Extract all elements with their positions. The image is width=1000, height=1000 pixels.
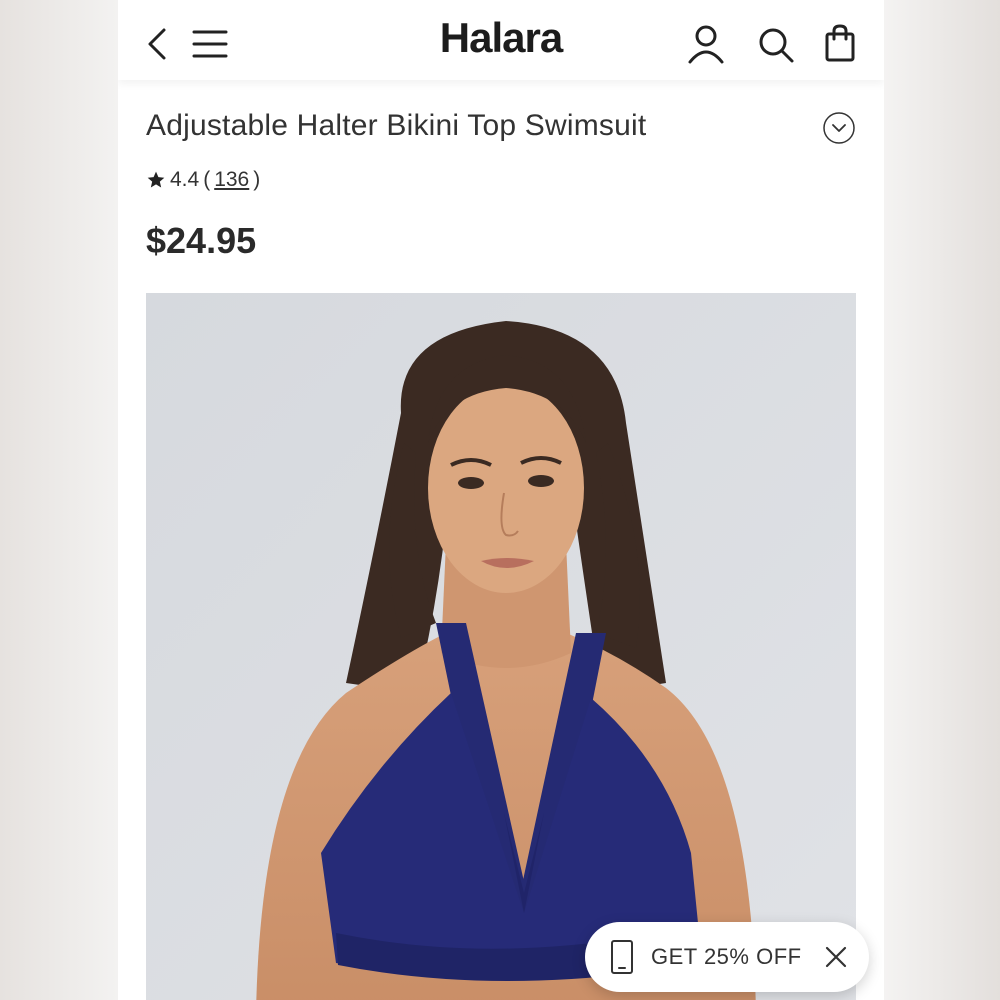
chevron-down-icon[interactable] — [822, 111, 856, 145]
search-icon[interactable] — [756, 20, 796, 68]
brand-logo[interactable]: Halara — [398, 14, 604, 62]
background-right — [884, 0, 1000, 1000]
rating-value: 4.4 — [170, 168, 200, 191]
promo-text[interactable]: GET 25% OFF — [651, 944, 802, 970]
close-icon[interactable] — [824, 945, 848, 969]
app-screen: Halara Adjustable Halter Bikini Top Swim… — [118, 0, 884, 1000]
paren-open: ( — [203, 168, 211, 191]
user-icon[interactable] — [686, 20, 726, 68]
review-count-link[interactable]: 136 — [214, 168, 249, 192]
rating-row: 4.4 ( 136 ) — [146, 168, 264, 192]
paren-close: ) — [253, 168, 261, 191]
product-title: Adjustable Halter Bikini Top Swimsuit — [146, 109, 647, 142]
product-image[interactable] — [146, 293, 856, 1000]
chevron-left-icon[interactable] — [138, 20, 178, 68]
star-icon — [147, 171, 165, 188]
product-price: $24.95 — [146, 220, 257, 261]
phone-icon — [611, 940, 633, 974]
top-nav-bar: Halara — [118, 0, 884, 80]
discount-promo-pill[interactable]: GET 25% OFF — [585, 922, 869, 992]
shopping-bag-icon[interactable] — [820, 20, 860, 68]
hamburger-menu-icon[interactable] — [190, 20, 230, 68]
background-left — [0, 0, 118, 1000]
